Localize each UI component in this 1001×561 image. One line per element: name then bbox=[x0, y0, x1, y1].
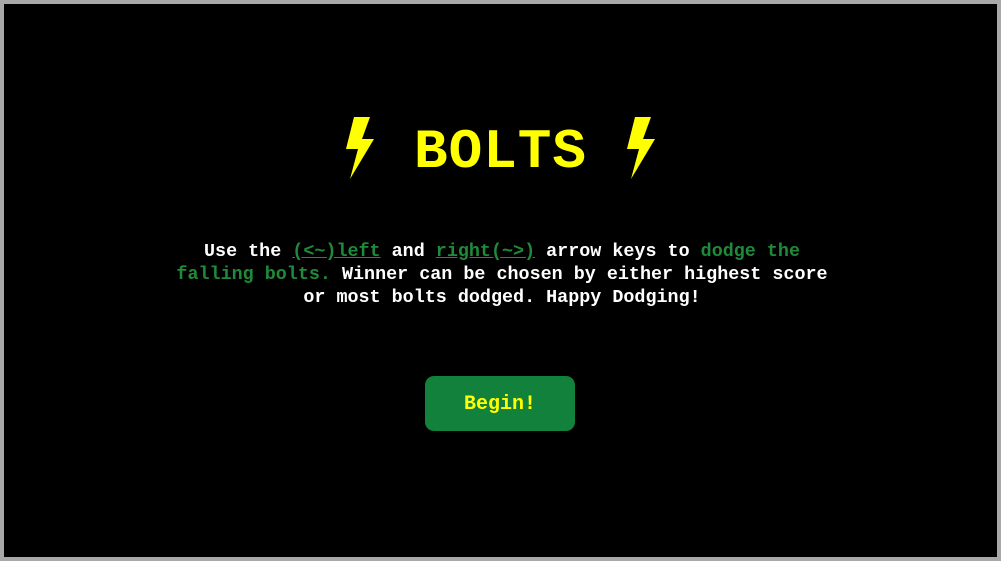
game-screen: BOLTS Use the (<~)left and right(~>) arr… bbox=[0, 0, 1001, 561]
instructions-part-1: Use the bbox=[204, 241, 293, 262]
instructions-part-3: arrow keys to bbox=[535, 241, 701, 262]
game-title: BOLTS bbox=[4, 112, 997, 192]
instructions-part-4: Winner can be chosen by either highest s… bbox=[303, 264, 828, 308]
right-key-link[interactable]: right(~>) bbox=[436, 241, 535, 262]
lightning-bolt-icon bbox=[340, 115, 380, 181]
instructions-part-2: and bbox=[380, 241, 436, 262]
instructions-text: Use the (<~)left and right(~>) arrow key… bbox=[172, 240, 832, 309]
game-title-text: BOLTS bbox=[413, 120, 588, 184]
begin-button[interactable]: Begin! bbox=[425, 376, 575, 431]
lightning-bolt-icon bbox=[621, 115, 661, 181]
left-key-link[interactable]: (<~)left bbox=[292, 241, 380, 262]
